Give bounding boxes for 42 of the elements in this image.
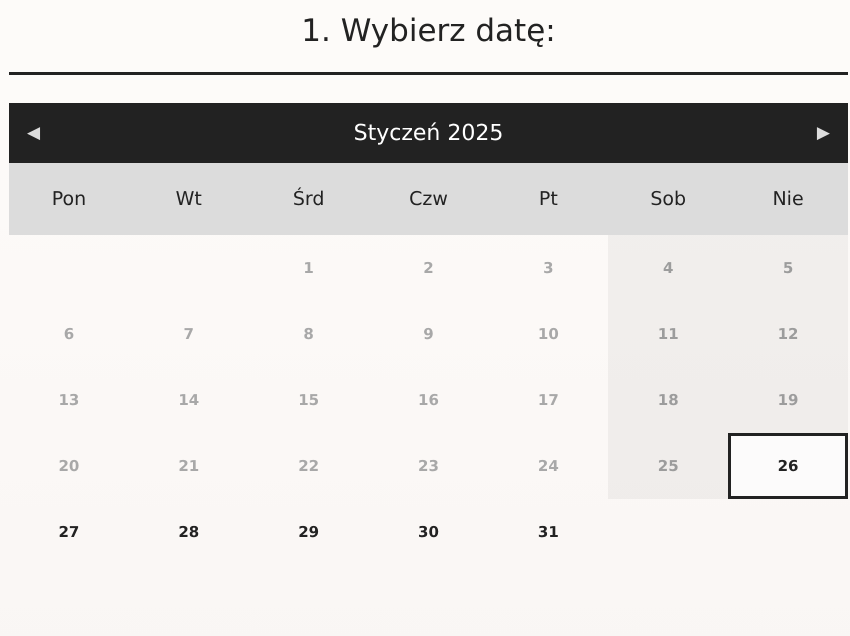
calendar-day[interactable]: 31 xyxy=(488,499,608,565)
calendar-day: 12 xyxy=(728,301,848,367)
calendar-day[interactable]: 26 xyxy=(728,433,848,499)
calendar-day: 17 xyxy=(488,367,608,433)
calendar-day: 14 xyxy=(128,367,249,433)
calendar-day: 15 xyxy=(248,367,369,433)
calendar-day: 23 xyxy=(368,433,488,499)
weekday-label: Śrd xyxy=(292,188,326,210)
calendar-day: 21 xyxy=(128,433,249,499)
page-heading: 1. Wybierz datę: xyxy=(9,0,848,75)
calendar-day: 22 xyxy=(248,433,369,499)
calendar-day: 19 xyxy=(728,367,848,433)
calendar-day: 3 xyxy=(488,235,608,301)
calendar-day: 18 xyxy=(608,367,728,433)
calendar-day: 16 xyxy=(368,367,488,433)
previous-month-button[interactable]: ◀ xyxy=(23,119,44,147)
calendar-day: 5 xyxy=(728,235,848,301)
calendar-day: 25 xyxy=(608,433,728,499)
calendar-day[interactable]: 29 xyxy=(248,499,369,565)
weekday-label: Nie xyxy=(771,188,805,210)
calendar-day: 7 xyxy=(128,301,249,367)
next-month-button[interactable]: ▶ xyxy=(812,119,834,147)
calendar-day[interactable]: 28 xyxy=(128,499,249,565)
calendar-day: 1 xyxy=(248,235,369,301)
calendar-day: 11 xyxy=(608,301,728,367)
weekday-label: Czw xyxy=(408,188,449,210)
calendar-day: 20 xyxy=(9,433,129,499)
calendar-day: 4 xyxy=(608,235,728,301)
calendar-day[interactable]: 27 xyxy=(9,499,129,565)
calendar-day: 24 xyxy=(488,433,608,499)
weekday-label: Pon xyxy=(50,188,88,210)
calendar-day: 6 xyxy=(9,301,129,367)
calendar-day: 10 xyxy=(488,301,608,367)
weekday-label: Wt xyxy=(174,188,203,210)
weekday-label: Sob xyxy=(649,188,688,210)
calendar-day: 13 xyxy=(9,367,129,433)
calendar-day: 2 xyxy=(368,235,488,301)
weekday-label: Pt xyxy=(538,188,559,210)
calendar-day[interactable]: 30 xyxy=(368,499,488,565)
month-title: Styczeń 2025 xyxy=(354,120,504,146)
calendar-day: 9 xyxy=(368,301,488,367)
calendar-day: 8 xyxy=(248,301,369,367)
